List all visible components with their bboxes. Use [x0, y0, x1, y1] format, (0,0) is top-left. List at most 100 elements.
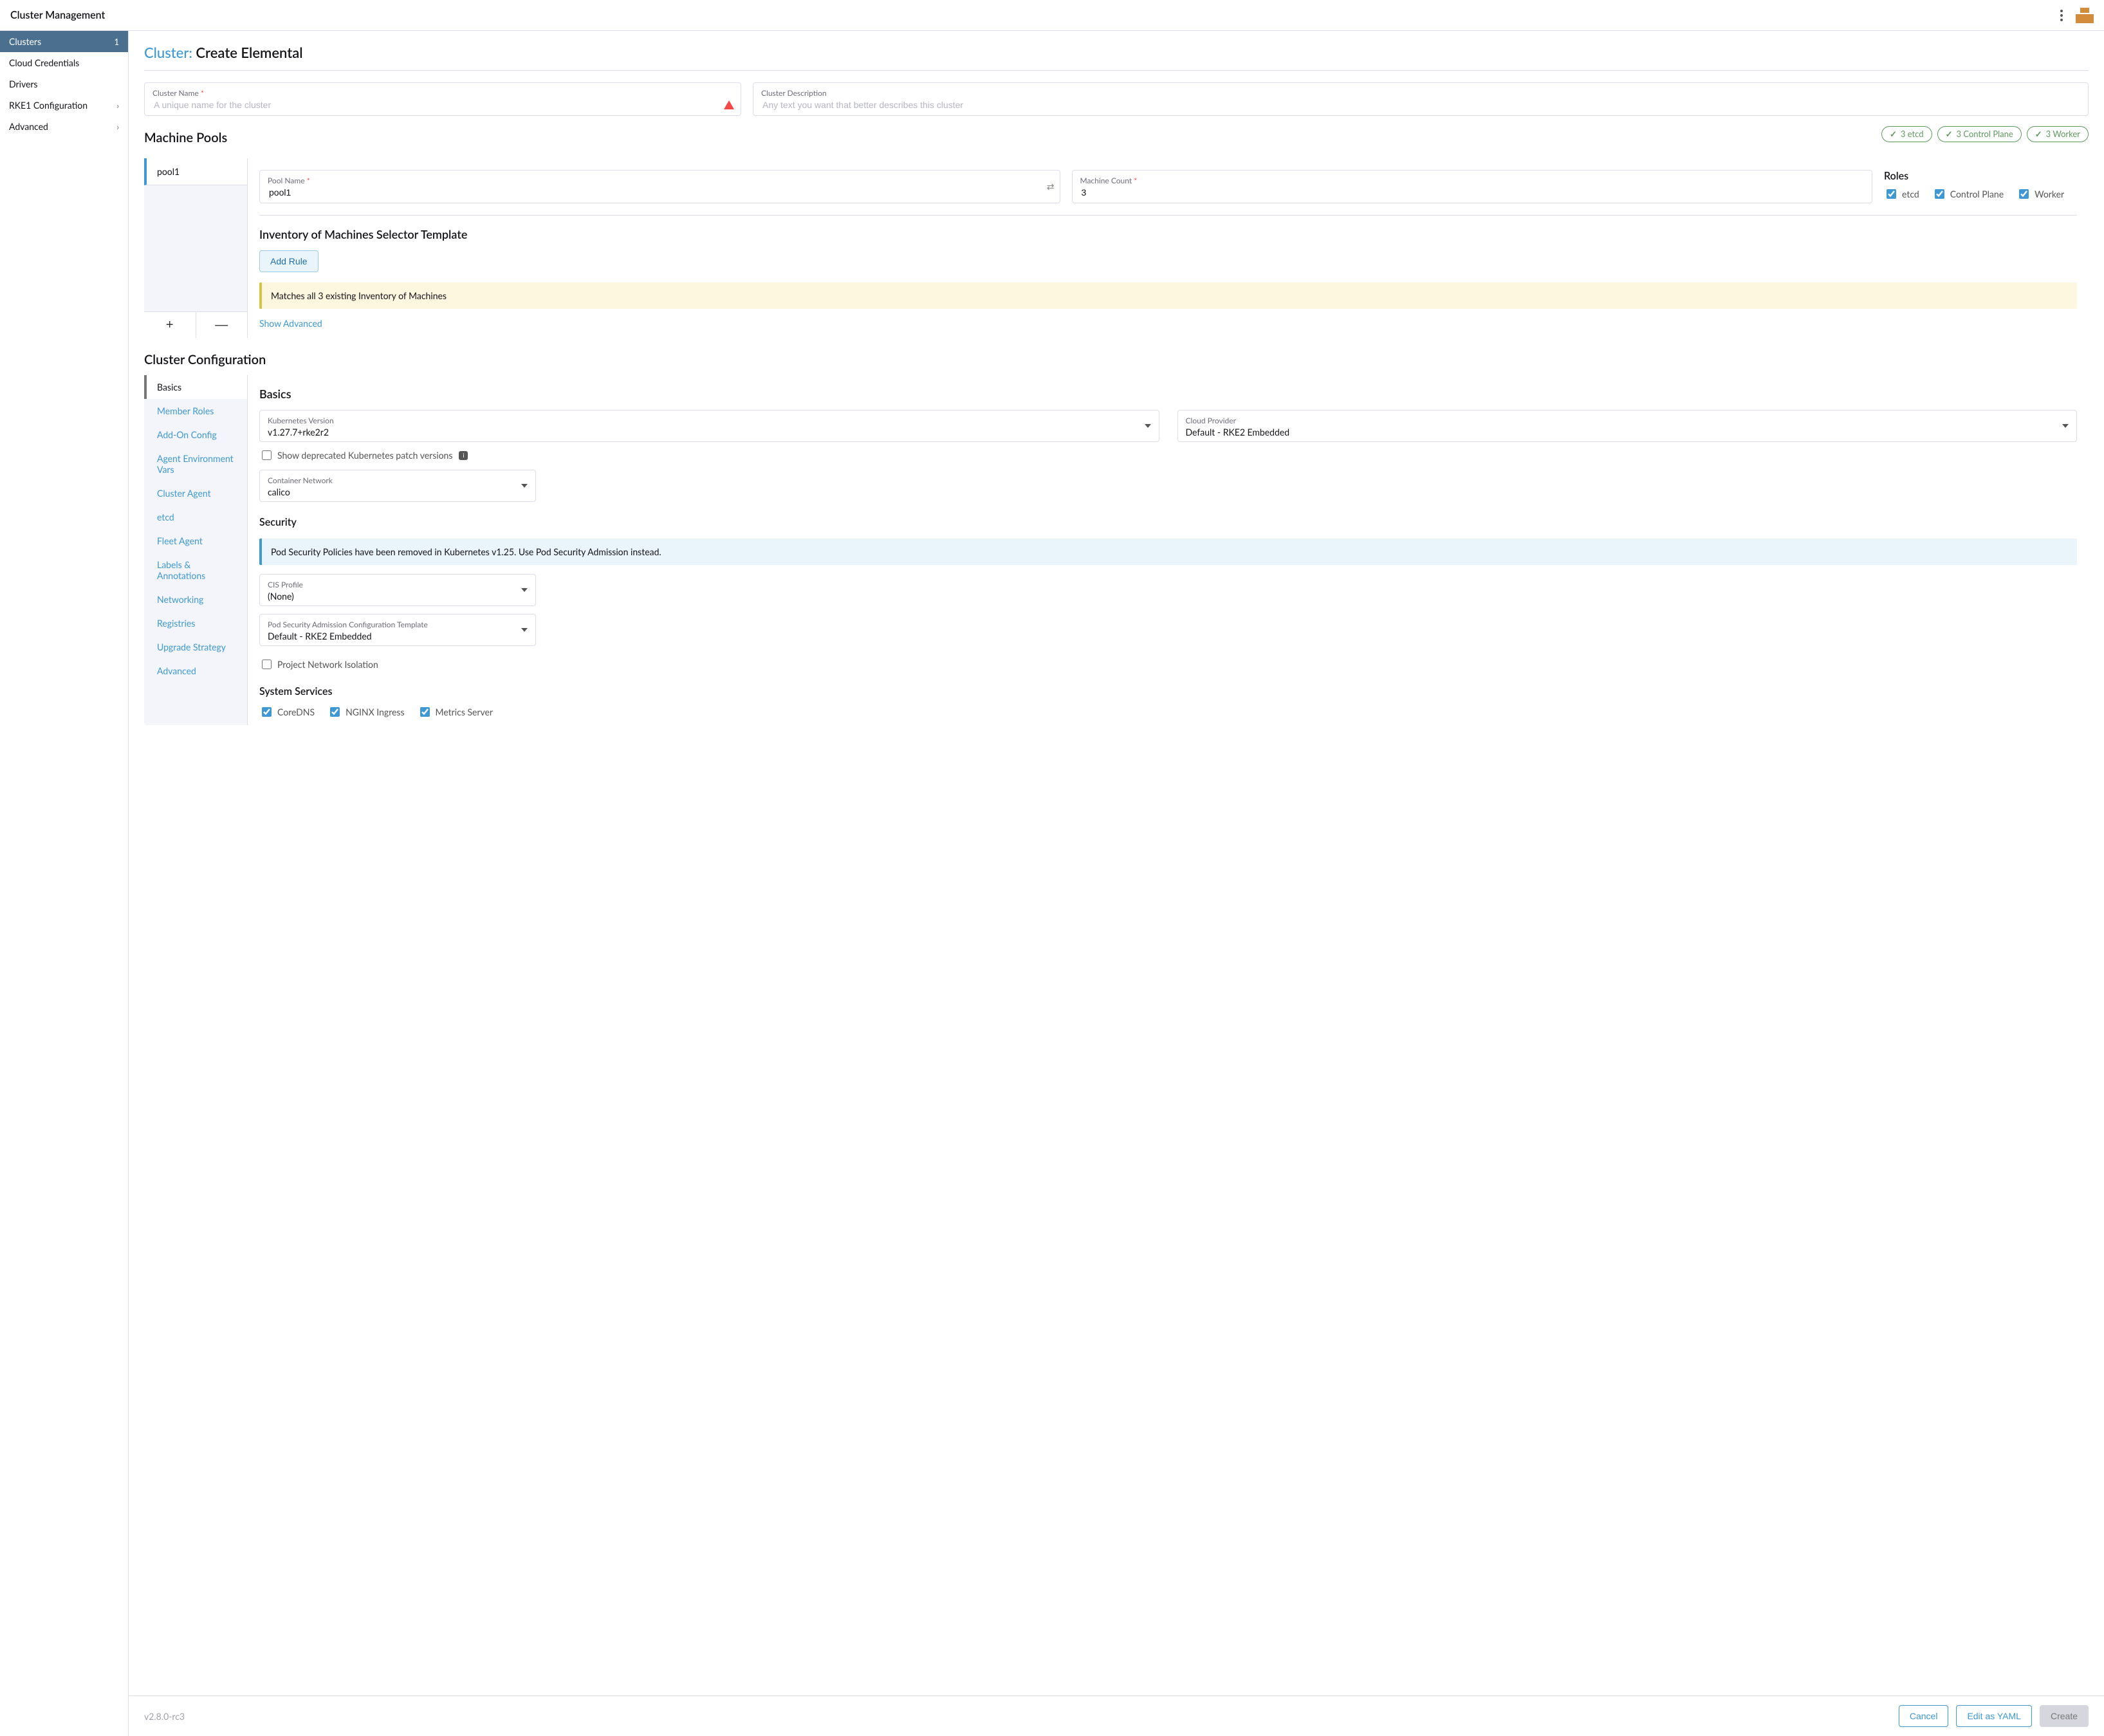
cluster-name-input[interactable] — [152, 99, 733, 111]
sidebar-item-rke1-configuration[interactable]: RKE1 Configuration › — [0, 95, 128, 116]
config-tab-labels-annotations[interactable]: Labels & Annotations — [144, 553, 247, 587]
footer-actions: Cancel Edit as YAML Create — [1899, 1705, 2089, 1727]
config-tab-advanced[interactable]: Advanced — [144, 659, 247, 683]
machine-pools-header: Machine Pools ✓3 etcd ✓3 Control Plane ✓… — [144, 116, 2089, 152]
chevron-down-icon — [2062, 424, 2069, 428]
container-network-select[interactable]: Container Network calico — [259, 470, 536, 502]
select-value: calico — [268, 486, 290, 497]
pill-worker: ✓3 Worker — [2027, 126, 2089, 142]
field-label: Machine Count * — [1080, 176, 1865, 185]
roles-checkboxes: etcd Control Plane Worker — [1884, 187, 2077, 201]
pool-top-row: Pool Name * ⇄ Machine Count * — [259, 170, 2077, 203]
sidebar-item-drivers[interactable]: Drivers — [0, 73, 128, 95]
warning-icon — [724, 89, 734, 100]
psa-template-select[interactable]: Pod Security Admission Configuration Tem… — [259, 614, 536, 646]
pool-actions: + — — [144, 311, 247, 338]
config-tab-networking[interactable]: Networking — [144, 587, 247, 611]
field-label: Cloud Provider — [1186, 416, 2056, 425]
chevron-down-icon — [521, 628, 528, 632]
info-icon[interactable]: i — [459, 451, 468, 460]
sidebar-item-label: Cloud Credentials — [9, 57, 79, 68]
project-network-isolation-checkbox[interactable]: Project Network Isolation — [259, 658, 378, 671]
check-icon: ✓ — [2035, 129, 2042, 140]
system-services-row: CoreDNS NGINX Ingress Metrics Server — [259, 705, 2077, 719]
breadcrumb[interactable]: Cluster: — [144, 44, 192, 61]
create-button[interactable]: Create — [2040, 1705, 2089, 1727]
config-body: Basics Kubernetes Version v1.27.7+rke2r2… — [247, 375, 2089, 725]
kebab-menu-icon[interactable] — [2060, 10, 2063, 21]
app-body: Clusters 1 Cloud Credentials Drivers RKE… — [0, 31, 2104, 1736]
show-deprecated-checkbox[interactable]: Show deprecated Kubernetes patch version… — [259, 448, 468, 462]
config-tab-addon-config[interactable]: Add-On Config — [144, 423, 247, 447]
machine-count-input[interactable] — [1080, 187, 1865, 198]
config-tab-agent-env-vars[interactable]: Agent Environment Vars — [144, 447, 247, 481]
pill-etcd: ✓3 etcd — [1881, 126, 1932, 142]
cluster-name-field[interactable]: Cluster Name * — [144, 82, 741, 116]
metrics-server-checkbox[interactable]: Metrics Server — [418, 705, 494, 719]
field-label: Kubernetes Version — [268, 416, 1138, 425]
page-title-text: Create Elemental — [196, 44, 302, 61]
config-tab-member-roles[interactable]: Member Roles — [144, 399, 247, 423]
system-services-title: System Services — [259, 685, 2077, 697]
sidebar-item-clusters[interactable]: Clusters 1 — [0, 31, 128, 52]
topbar: Cluster Management — [0, 0, 2104, 31]
cis-profile-select[interactable]: CIS Profile (None) — [259, 574, 536, 606]
config-tab-etcd[interactable]: etcd — [144, 505, 247, 529]
role-control-plane-checkbox[interactable]: Control Plane — [1932, 187, 2004, 201]
k8s-version-select[interactable]: Kubernetes Version v1.27.7+rke2r2 — [259, 410, 1159, 442]
chevron-down-icon — [1145, 424, 1151, 428]
rancher-logo-icon[interactable] — [2076, 6, 2094, 24]
sidebar-item-cloud-credentials[interactable]: Cloud Credentials — [0, 52, 128, 73]
sidebar-item-label: RKE1 Configuration — [9, 100, 88, 111]
config-tab-basics[interactable]: Basics — [144, 375, 247, 399]
config-tab-upgrade-strategy[interactable]: Upgrade Strategy — [144, 635, 247, 659]
sidebar: Clusters 1 Cloud Credentials Drivers RKE… — [0, 31, 129, 1736]
chevron-down-icon — [521, 484, 528, 488]
cluster-description-field[interactable]: Cluster Description — [753, 82, 2089, 116]
sidebar-item-advanced[interactable]: Advanced › — [0, 116, 128, 137]
role-etcd-checkbox[interactable]: etcd — [1884, 187, 1919, 201]
sidebar-item-label: Drivers — [9, 78, 38, 89]
randomize-icon[interactable]: ⇄ — [1047, 181, 1053, 192]
remove-pool-button[interactable]: — — [196, 312, 248, 338]
field-label: Cluster Name * — [152, 88, 733, 98]
security-title: Security — [259, 516, 2077, 528]
basics-row1: Kubernetes Version v1.27.7+rke2r2 Cloud … — [259, 410, 2077, 442]
divider — [144, 70, 2089, 71]
config-tab-fleet-agent[interactable]: Fleet Agent — [144, 529, 247, 553]
role-summary-pills: ✓3 etcd ✓3 Control Plane ✓3 Worker — [1881, 126, 2089, 142]
role-worker-checkbox[interactable]: Worker — [2016, 187, 2064, 201]
cloud-provider-select[interactable]: Cloud Provider Default - RKE2 Embedded — [1177, 410, 2078, 442]
inventory-title: Inventory of Machines Selector Template — [259, 227, 2077, 241]
edit-as-yaml-button[interactable]: Edit as YAML — [1956, 1705, 2032, 1727]
machine-pools-card: pool1 + — Pool Name * — [144, 158, 2089, 338]
machine-count-field[interactable]: Machine Count * — [1072, 170, 1873, 203]
pill-control-plane: ✓3 Control Plane — [1937, 126, 2022, 142]
chevron-right-icon: › — [116, 122, 119, 132]
pool-tab-pool1[interactable]: pool1 — [144, 158, 247, 185]
show-advanced-link[interactable]: Show Advanced — [259, 318, 322, 329]
roles-box: Roles etcd Control Plane Worker — [1884, 170, 2077, 203]
select-value: (None) — [268, 591, 294, 602]
version-label: v2.8.0-rc3 — [144, 1711, 185, 1722]
divider — [259, 215, 2077, 216]
config-tabs: Basics Member Roles Add-On Config Agent … — [144, 375, 247, 725]
coredns-checkbox[interactable]: CoreDNS — [259, 705, 315, 719]
inventory-match-banner: Matches all 3 existing Inventory of Mach… — [259, 282, 2077, 309]
chevron-right-icon: › — [116, 100, 119, 111]
nginx-ingress-checkbox[interactable]: NGINX Ingress — [328, 705, 404, 719]
check-icon: ✓ — [1946, 129, 1953, 140]
add-pool-button[interactable]: + — [144, 312, 196, 338]
cluster-configuration-card: Basics Member Roles Add-On Config Agent … — [144, 375, 2089, 725]
config-tab-registries[interactable]: Registries — [144, 611, 247, 635]
pool-name-input[interactable] — [268, 187, 1052, 198]
pool-name-field[interactable]: Pool Name * ⇄ — [259, 170, 1060, 203]
cancel-button[interactable]: Cancel — [1899, 1705, 1949, 1727]
add-rule-button[interactable]: Add Rule — [259, 250, 318, 272]
cluster-description-input[interactable] — [761, 99, 2080, 111]
sidebar-item-label: Clusters — [9, 36, 41, 47]
main: Cluster: Create Elemental Cluster Name *… — [129, 31, 2104, 1736]
config-tab-cluster-agent[interactable]: Cluster Agent — [144, 481, 247, 505]
sidebar-item-count: 1 — [114, 37, 119, 47]
app-title: Cluster Management — [10, 9, 105, 21]
